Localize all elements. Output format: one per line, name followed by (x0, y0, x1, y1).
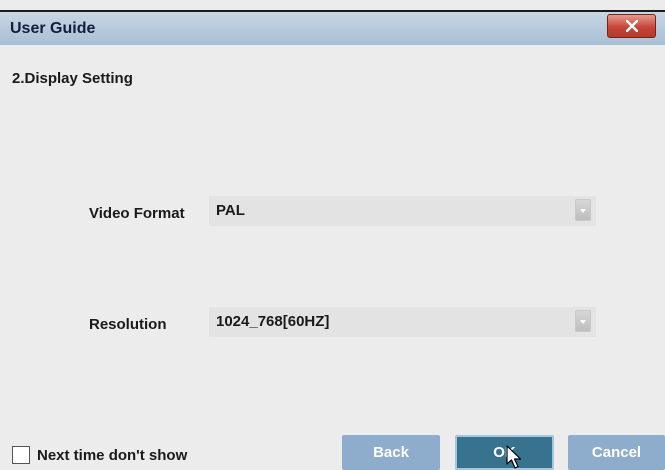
resolution-label: Resolution (89, 316, 167, 333)
video-format-label: Video Format (89, 205, 185, 222)
dont-show-label: Next time don't show (37, 447, 188, 464)
resolution-select[interactable]: 1024_768[60HZ] (209, 307, 596, 337)
user-guide-dialog: User Guide 2.Display Setting Video Forma… (0, 0, 665, 470)
section-title: 2.Display Setting (12, 70, 133, 87)
chevron-down-icon[interactable] (575, 199, 591, 221)
video-format-value: PAL (216, 202, 245, 219)
video-format-select[interactable]: PAL (209, 196, 596, 226)
ok-button[interactable]: OK (455, 435, 554, 470)
close-icon (626, 20, 638, 32)
title-bar: User Guide (0, 10, 665, 45)
chevron-down-icon[interactable] (575, 310, 591, 332)
dont-show-checkbox[interactable] (12, 446, 30, 464)
cancel-button[interactable]: Cancel (568, 435, 665, 470)
resolution-value: 1024_768[60HZ] (216, 313, 330, 330)
back-button[interactable]: Back (342, 435, 440, 470)
close-button[interactable] (607, 14, 656, 38)
window-title: User Guide (10, 20, 96, 37)
mouse-cursor-icon (506, 445, 522, 469)
